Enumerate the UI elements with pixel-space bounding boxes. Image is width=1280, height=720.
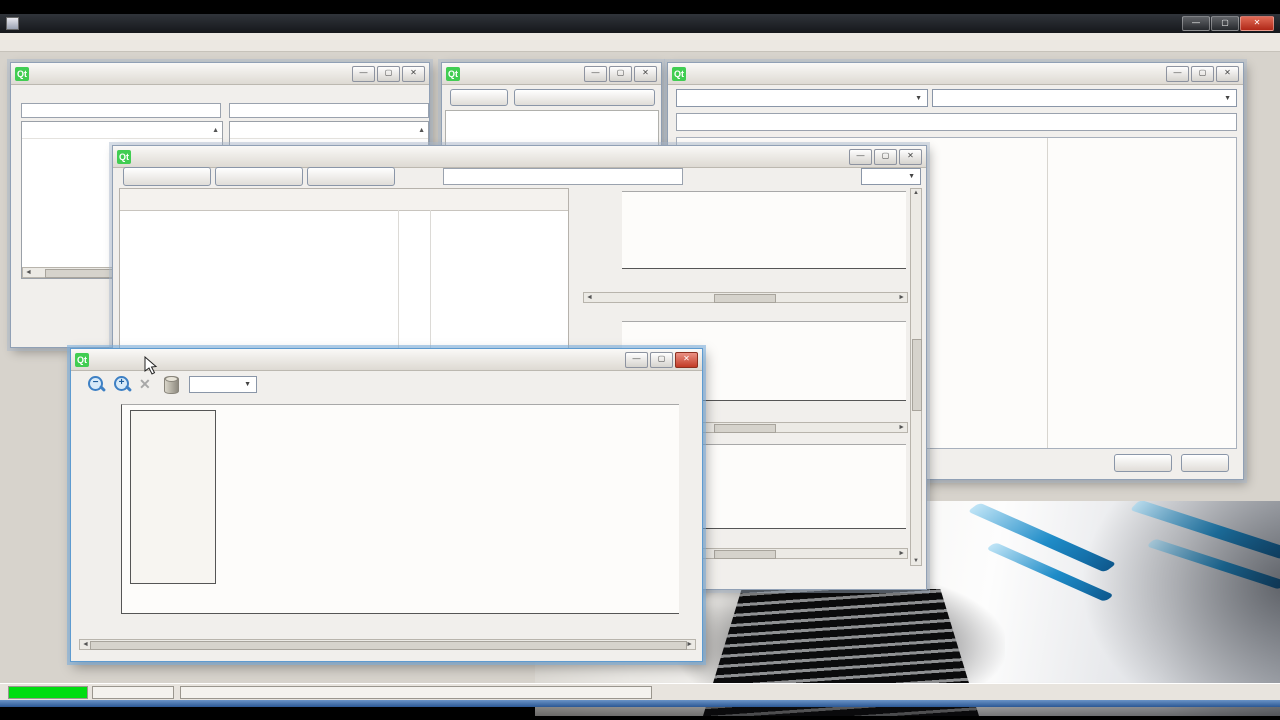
table-header[interactable] <box>120 189 568 211</box>
close-icon[interactable]: ✕ <box>402 66 425 82</box>
screen: — ▢ ✕ Qt — ▢ ✕ <box>0 0 1280 720</box>
zoom-in-icon[interactable]: + <box>113 375 133 395</box>
multicurve-plot[interactable] <box>121 404 679 614</box>
multicurve-x-axis <box>121 619 679 631</box>
close-icon[interactable]: ✕ <box>899 149 922 165</box>
app-icon <box>6 17 19 30</box>
qt-icon: Qt <box>75 353 89 367</box>
multicurve-y-axis <box>75 404 117 616</box>
app-close-button[interactable]: ✕ <box>1240 16 1274 31</box>
chart1-x-axis <box>622 274 906 286</box>
ecu-list-titlebar[interactable]: Qt — ▢ ✕ <box>11 63 429 85</box>
jobs-list-top-item[interactable]: ▲ <box>230 122 428 139</box>
mouse-cursor <box>144 356 158 381</box>
qt-icon: Qt <box>446 67 460 81</box>
filter-input[interactable] <box>443 168 683 185</box>
charts-vscrollbar[interactable]: ▲▼ <box>910 188 922 566</box>
qt-icon: Qt <box>15 67 29 81</box>
job-search-input[interactable] <box>229 103 429 118</box>
close-icon[interactable]: ✕ <box>1216 66 1239 82</box>
maximize-icon[interactable]: ▢ <box>1191 66 1214 82</box>
app-minimize-button[interactable]: — <box>1182 16 1210 31</box>
app-maximize-button[interactable]: ▢ <box>1211 16 1239 31</box>
chevron-down-icon: ▼ <box>244 381 251 388</box>
chart1-y-axis <box>573 191 619 275</box>
chart1-hscrollbar[interactable]: ◄► <box>583 292 908 303</box>
minimize-icon[interactable]: — <box>1166 66 1189 82</box>
close-icon[interactable]: ✕ <box>675 352 698 368</box>
unmark-button[interactable] <box>123 167 211 186</box>
chevron-down-icon: ▼ <box>915 95 922 102</box>
windows-taskbar[interactable] <box>0 700 1280 707</box>
mdi-area: Qt — ▢ ✕ ▲ ◄ <box>0 33 1280 683</box>
custom-jobs-titlebar[interactable]: Qt — ▢ ✕ <box>668 63 1243 85</box>
status-running-badge <box>8 686 88 699</box>
qt-icon: Qt <box>672 67 686 81</box>
menubar <box>0 33 1280 52</box>
start-job-button[interactable] <box>1114 454 1172 472</box>
chart1-canvas <box>622 192 906 270</box>
minimize-icon[interactable]: — <box>352 66 375 82</box>
multicurve-window: Qt — ▢ ✕ − + ✕ ▼ <box>70 348 703 662</box>
test-button[interactable] <box>514 89 655 106</box>
qt-icon: Qt <box>117 150 131 164</box>
job-dropdown[interactable]: ▼ <box>932 89 1237 107</box>
maximize-icon[interactable]: ▢ <box>377 66 400 82</box>
detect-button[interactable] <box>450 89 508 106</box>
minimize-icon[interactable]: — <box>584 66 607 82</box>
status-jobs-count <box>92 686 174 699</box>
chevron-down-icon: ▼ <box>1224 95 1231 102</box>
job1-titlebar[interactable]: Qt — ▢ ✕ <box>113 146 926 168</box>
maximize-icon[interactable]: ▢ <box>874 149 897 165</box>
ecu-dropdown[interactable]: ▼ <box>676 89 928 107</box>
close-icon[interactable]: ✕ <box>634 66 657 82</box>
scroll-up-icon[interactable]: ▲ <box>212 123 219 139</box>
form-titlebar[interactable]: Qt — ▢ ✕ <box>442 63 661 85</box>
multicurve-hscrollbar[interactable]: ◄► <box>79 639 696 650</box>
statusbar <box>0 683 1280 701</box>
app-titlebar: — ▢ ✕ <box>0 14 1280 33</box>
gauge-button[interactable] <box>307 167 395 186</box>
zoom-out-icon[interactable]: − <box>87 375 107 395</box>
ecu-list-top-item[interactable]: ▲ <box>22 122 222 139</box>
column-divider <box>1047 138 1048 449</box>
job-time-status <box>773 574 918 586</box>
scroll-up-icon[interactable]: ▲ <box>418 123 425 139</box>
status-text-label <box>180 686 652 699</box>
chart1-plot[interactable] <box>622 191 906 269</box>
value-readout-box <box>130 410 216 584</box>
job-name-field[interactable] <box>676 113 1237 131</box>
maximize-icon[interactable]: ▢ <box>650 352 673 368</box>
curve-select-dropdown[interactable]: ▼ <box>189 376 257 393</box>
multicurve-titlebar[interactable]: Qt — ▢ ✕ <box>71 349 702 371</box>
maximize-icon[interactable]: ▢ <box>609 66 632 82</box>
multiplot-button[interactable] <box>215 167 303 186</box>
database-icon[interactable] <box>164 376 179 394</box>
refresh-rate-dropdown[interactable]: ▼ <box>861 168 921 185</box>
table-button[interactable] <box>1181 454 1229 472</box>
minimize-icon[interactable]: — <box>625 352 648 368</box>
minimize-icon[interactable]: — <box>849 149 872 165</box>
chevron-down-icon: ▼ <box>908 173 915 180</box>
scroll-left-icon[interactable]: ◄ <box>25 268 32 277</box>
ecu-search-input[interactable] <box>21 103 221 118</box>
